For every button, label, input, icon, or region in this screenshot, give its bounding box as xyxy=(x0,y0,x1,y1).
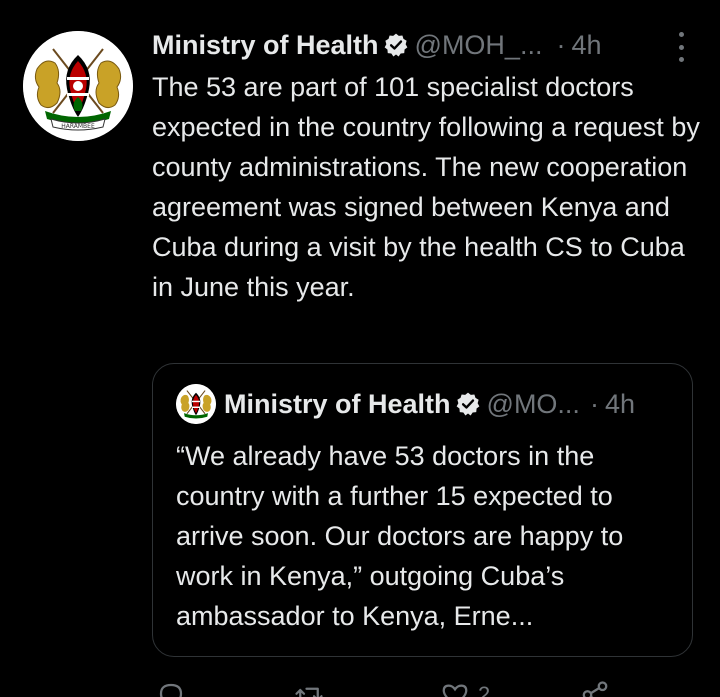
tweet-text: The 53 are part of 101 specialist doctor… xyxy=(152,72,700,302)
tweet-actions: 2 xyxy=(152,680,704,697)
tweet-header: Ministry of Health @MOH_... · 4h xyxy=(152,26,704,64)
verified-badge-icon xyxy=(455,391,481,417)
reply-button[interactable] xyxy=(156,680,186,697)
like-button[interactable]: 2 xyxy=(440,680,490,697)
timestamp[interactable]: 4h xyxy=(571,30,601,61)
reply-icon xyxy=(159,683,183,697)
handle[interactable]: @MOH_... xyxy=(415,30,543,61)
quoted-display-name: Ministry of Health xyxy=(224,388,451,419)
like-count: 2 xyxy=(478,682,491,697)
quoted-tweet[interactable]: Ministry of Health @MO... · 4h “We alrea… xyxy=(152,363,693,657)
svg-text:HARAMBEE: HARAMBEE xyxy=(61,123,95,130)
quoted-avatar xyxy=(176,384,216,424)
kenya-coat-of-arms-icon: HARAMBEE xyxy=(23,31,133,141)
quoted-handle: @MO... xyxy=(486,388,580,419)
heart-icon xyxy=(442,684,468,697)
kenya-coat-of-arms-icon xyxy=(176,384,216,424)
more-options-icon[interactable] xyxy=(672,32,690,62)
separator-dot: · xyxy=(589,388,599,419)
quoted-timestamp: 4h xyxy=(604,388,635,419)
tweet[interactable]: HARAMBEE Ministry of Health @MOH_... · 4… xyxy=(0,0,720,697)
display-name[interactable]: Ministry of Health xyxy=(152,30,379,61)
separator-dot: · xyxy=(556,29,566,60)
retweet-icon xyxy=(295,687,323,697)
share-button[interactable] xyxy=(580,680,610,697)
quoted-tweet-text: “We already have 53 doctors in the count… xyxy=(176,441,624,631)
verified-badge-icon xyxy=(383,32,409,58)
retweet-button[interactable] xyxy=(294,680,324,697)
share-icon xyxy=(582,681,608,697)
quoted-tweet-header: Ministry of Health @MO... · 4h xyxy=(176,384,635,424)
avatar[interactable]: HARAMBEE xyxy=(23,31,133,141)
